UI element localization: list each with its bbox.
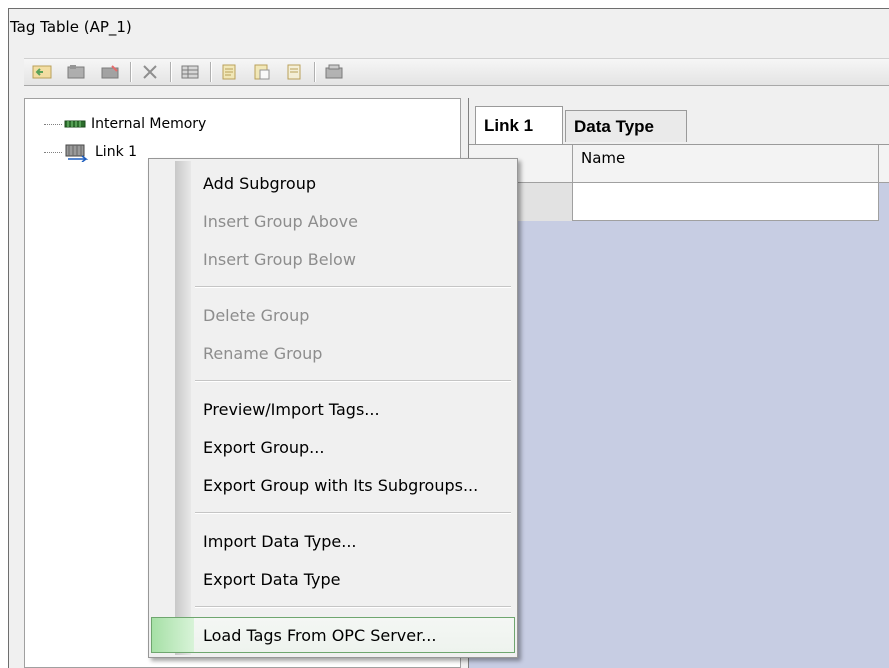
tree-connector [44,151,62,153]
page-icon[interactable] [282,61,306,83]
menu-item-delete-group[interactable]: Delete Group [203,297,309,333]
tab-link-1[interactable]: Link 1 [475,106,563,144]
table-row[interactable] [469,183,889,221]
menu-item-load-tags-from-opc-server[interactable]: Load Tags From OPC Server... [203,617,436,653]
grid-header-row: Name [469,145,889,183]
tree-item-label: Link 1 [95,144,138,160]
toolbar-separator [130,62,132,82]
new-group-icon[interactable] [30,61,54,83]
tree-item-internal-memory[interactable]: Internal Memory [44,116,206,132]
copy-icon[interactable] [218,61,242,83]
menu-separator [195,380,511,382]
paste-icon[interactable] [250,61,274,83]
menu-item-preview-import-tags[interactable]: Preview/Import Tags... [203,391,380,427]
tags-icon[interactable] [64,61,88,83]
tree-item-link-1[interactable]: Link 1 [44,142,137,162]
menu-separator [195,606,511,608]
delete-icon[interactable] [138,61,162,83]
menu-item-export-group[interactable]: Export Group... [203,429,324,465]
name-cell[interactable] [573,183,879,221]
menu-item-rename-group[interactable]: Rename Group [203,335,322,371]
edit-icon[interactable] [98,61,122,83]
link-device-icon [64,142,90,162]
tag-editor-pane: Name Data Type Link 1 [469,98,889,668]
menu-item-add-subgroup[interactable]: Add Subgroup [203,165,316,201]
tag-grid: Name [469,144,889,668]
menu-item-export-group-with-subgroups[interactable]: Export Group with Its Subgroups... [203,467,478,503]
menu-item-insert-group-below[interactable]: Insert Group Below [203,241,356,277]
menu-item-insert-group-above[interactable]: Insert Group Above [203,203,358,239]
table-icon[interactable] [178,61,202,83]
toolbar-separator [170,62,172,82]
menu-icon-gutter [175,161,191,655]
menu-item-export-data-type[interactable]: Export Data Type [203,561,341,597]
tree-connector [44,123,62,125]
tree-item-label: Internal Memory [91,116,207,132]
menu-item-import-data-type[interactable]: Import Data Type... [203,523,356,559]
menu-separator [195,512,511,514]
memory-icon [64,119,86,129]
tab-data-type[interactable]: Data Type [565,110,687,142]
toolbar [24,58,889,86]
device-icon[interactable] [322,61,346,83]
grid-column-header-name[interactable]: Name [573,145,879,182]
window-title: Tag Table (AP_1) [10,18,132,36]
highlight-gutter [152,618,194,652]
toolbar-separator [314,62,316,82]
group-context-menu: Add Subgroup Insert Group Above Insert G… [148,158,518,658]
toolbar-separator [210,62,212,82]
menu-separator [195,286,511,288]
